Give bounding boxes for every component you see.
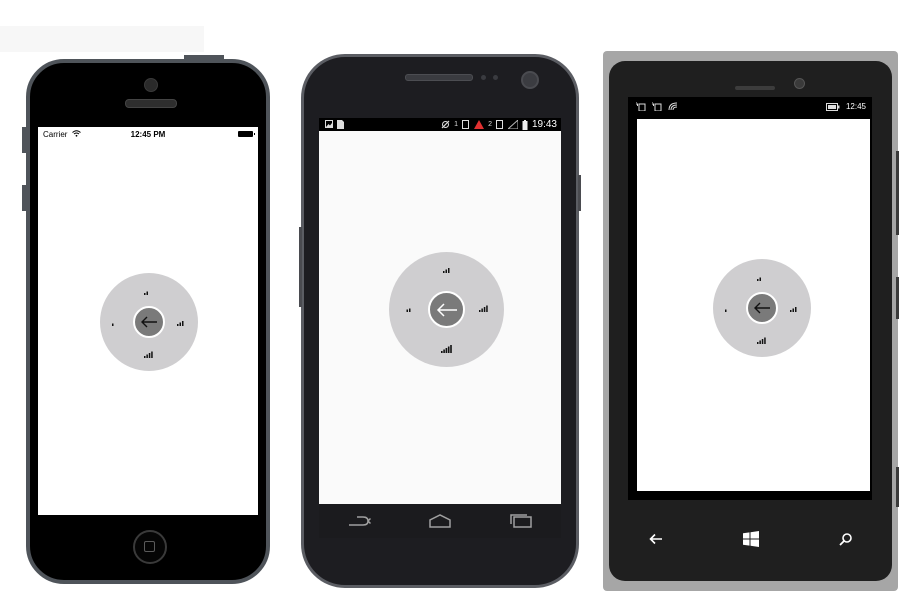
signal-bars-icon [725,309,727,312]
volume-button [22,185,26,211]
background-strip [0,26,204,52]
android-screen: 1 2 19:43 [319,118,561,504]
signal-bars-icon [406,308,411,312]
front-camera [794,78,805,89]
radial-center-button[interactable] [746,292,778,324]
phone-alert-icon [462,120,470,129]
signal-bars-icon [479,305,488,312]
radial-item-bottom[interactable] [757,337,766,344]
signal-bars-icon [144,291,148,295]
wp-nav-bar [609,519,892,559]
battery-icon [825,102,840,111]
radial-center-button[interactable] [428,291,465,328]
signal-bars-icon [757,337,766,344]
no-sim-icon [441,120,450,129]
winphone-screen [637,119,870,491]
power-button [896,277,899,319]
front-camera [521,71,539,89]
signal-bars-icon [144,351,153,358]
radial-item-bottom[interactable] [144,351,153,358]
front-camera [144,78,158,92]
wifi-icon [668,102,678,111]
android-device: 1 2 19:43 [299,54,581,588]
ios-status-bar: Carrier 12:45 PM [38,127,258,141]
iphone-device: Carrier 12:45 PM [22,55,270,584]
signal-bars-icon [441,345,452,353]
radial-item-left[interactable] [724,308,728,312]
radial-item-top[interactable] [757,275,765,281]
radial-item-left[interactable] [111,322,115,326]
home-icon[interactable] [428,514,452,528]
sd-card-icon [337,120,344,129]
signal-icon [507,120,518,129]
back-arrow-icon [436,302,457,317]
radial-menu [389,252,504,367]
earpiece-speaker [405,74,473,81]
windows-logo-icon[interactable] [743,531,759,547]
proximity-sensor [481,75,486,80]
radial-item-right[interactable] [177,320,185,326]
warning-icon [474,120,485,129]
wp-time: 12:45 [845,102,866,111]
search-icon[interactable] [839,532,852,546]
volume-button [896,151,899,235]
volume-rocker [299,227,302,307]
radial-item-bottom[interactable] [441,345,452,353]
battery-icon [238,131,255,137]
home-button-icon[interactable] [133,530,167,564]
recents-icon[interactable] [509,514,533,528]
radial-item-right[interactable] [479,305,488,312]
battery-icon [522,119,528,130]
earpiece-speaker [735,86,775,90]
radial-item-top[interactable] [443,267,451,273]
radial-item-top[interactable] [144,289,152,295]
radial-center-button[interactable] [133,306,165,338]
signal-bars-icon [790,307,797,312]
image-notification-icon [325,120,333,128]
notification-count-1: 1 [454,121,459,128]
signal-bars-icon [443,268,450,273]
windows-phone-device: 12:45 [603,51,899,591]
camera-button [896,467,899,507]
back-arrow-icon [754,302,770,314]
power-button [578,175,581,211]
radial-item-right[interactable] [790,306,798,312]
no-sim-icon [636,102,646,111]
ios-time: 12:45 PM [130,130,166,139]
radial-menu [100,273,198,371]
no-sim-icon [652,102,662,111]
signal-bars-icon [177,321,184,326]
winphone-display: 12:45 [628,97,872,500]
android-nav-bar [319,504,561,538]
wp-status-bar: 12:45 [628,97,872,119]
android-status-bar: 1 2 19:43 [319,118,561,131]
radial-menu [713,259,811,357]
signal-bars-icon [757,277,761,281]
back-arrow-icon[interactable] [649,533,663,545]
mute-switch [22,127,26,153]
android-time: 19:43 [531,119,557,130]
back-icon[interactable] [347,514,372,528]
iphone-screen: Carrier 12:45 PM [38,127,258,515]
signal-bars-icon [112,323,114,326]
radial-item-left[interactable] [406,308,411,312]
notification-count-2: 2 [488,121,492,128]
back-arrow-icon [141,316,157,328]
power-button [184,55,224,59]
earpiece-speaker [125,99,177,108]
phone-alert-icon [495,120,503,129]
light-sensor [493,75,498,80]
